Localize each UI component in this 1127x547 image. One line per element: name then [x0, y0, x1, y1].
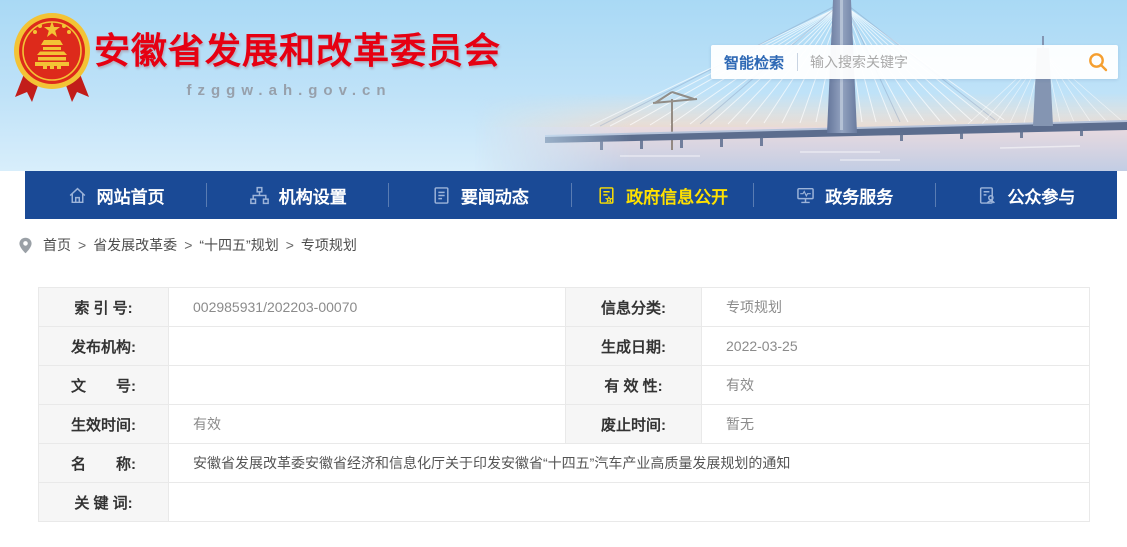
- breadcrumb-item-home[interactable]: 首页: [43, 235, 71, 255]
- creation-date-label: 生成日期:: [566, 327, 702, 366]
- creation-date-value: 2022-03-25: [702, 327, 1090, 366]
- smart-search-label[interactable]: 智能检索: [711, 52, 797, 73]
- keywords-value: [169, 483, 1090, 522]
- document-number-value: [169, 366, 566, 405]
- nav-label: 机构设置: [279, 183, 347, 208]
- table-row: 关 键 词:: [39, 483, 1090, 522]
- main-navigation: 网站首页 机构设置 要闻动态 政府信息公开 政务服务 公众参与: [25, 171, 1117, 219]
- national-emblem-logo: [12, 9, 92, 105]
- site-title: 安徽省发展和改革委员会: [94, 22, 501, 74]
- index-number-value: 002985931/202203-00070: [169, 288, 566, 327]
- info-disclosure-icon: [596, 185, 617, 206]
- title-value: 安徽省发展改革委安徽省经济和信息化厅关于印发安徽省“十四五”汽车产业高质量发展规…: [169, 444, 1090, 483]
- breadcrumb-trail: 首页 > 省发展改革委 > “十四五”规划 > 专项规划: [43, 235, 357, 255]
- table-row: 名 称: 安徽省发展改革委安徽省经济和信息化厅关于印发安徽省“十四五”汽车产业高…: [39, 444, 1090, 483]
- breadcrumb-separator: >: [286, 237, 294, 253]
- issuing-agency-value: [169, 327, 566, 366]
- breadcrumb: 首页 > 省发展改革委 > “十四五”规划 > 专项规划: [0, 219, 1127, 271]
- search-input[interactable]: [798, 54, 1078, 70]
- abolition-time-label: 废止时间:: [566, 405, 702, 444]
- search-icon: [1087, 51, 1109, 73]
- nav-label: 公众参与: [1007, 183, 1075, 208]
- index-number-label: 索 引 号:: [39, 288, 169, 327]
- news-icon: [431, 185, 452, 206]
- document-metadata-table: 索 引 号: 002985931/202203-00070 信息分类: 专项规划…: [38, 287, 1090, 522]
- nav-label: 网站首页: [97, 183, 165, 208]
- site-url: fzggw.ah.gov.cn: [94, 82, 484, 99]
- table-row: 发布机构: 生成日期: 2022-03-25: [39, 327, 1090, 366]
- validity-value: 有效: [702, 366, 1090, 405]
- keywords-label: 关 键 词:: [39, 483, 169, 522]
- nav-item-services[interactable]: 政务服务: [754, 171, 935, 219]
- participation-icon: [977, 185, 998, 206]
- monitor-icon: [795, 185, 816, 206]
- nav-item-public-participation[interactable]: 公众参与: [936, 171, 1117, 219]
- nav-item-organization[interactable]: 机构设置: [207, 171, 388, 219]
- breadcrumb-item-special-plan[interactable]: 专项规划: [301, 235, 357, 255]
- table-row: 生效时间: 有效 废止时间: 暂无: [39, 405, 1090, 444]
- nav-item-news[interactable]: 要闻动态: [389, 171, 570, 219]
- search-button[interactable]: [1078, 45, 1118, 79]
- site-header: 安徽省发展和改革委员会 fzggw.ah.gov.cn 智能检索: [0, 0, 1127, 171]
- info-category-label: 信息分类:: [566, 288, 702, 327]
- nav-item-home[interactable]: 网站首页: [25, 171, 206, 219]
- home-icon: [67, 185, 88, 206]
- validity-label: 有 效 性:: [566, 366, 702, 405]
- title-label: 名 称:: [39, 444, 169, 483]
- abolition-time-value: 暂无: [702, 405, 1090, 444]
- location-pin-icon: [16, 236, 35, 255]
- search-bar: 智能检索: [711, 45, 1118, 79]
- breadcrumb-separator: >: [78, 237, 86, 253]
- nav-label: 政务服务: [825, 183, 893, 208]
- effective-time-label: 生效时间:: [39, 405, 169, 444]
- breadcrumb-item-commission[interactable]: 省发展改革委: [93, 235, 177, 255]
- site-brand: 安徽省发展和改革委员会 fzggw.ah.gov.cn: [94, 22, 501, 99]
- document-number-label: 文 号:: [39, 366, 169, 405]
- nav-label: 要闻动态: [461, 183, 529, 208]
- issuing-agency-label: 发布机构:: [39, 327, 169, 366]
- breadcrumb-item-14th-plan[interactable]: “十四五”规划: [199, 235, 278, 255]
- table-row: 文 号: 有 效 性: 有效: [39, 366, 1090, 405]
- nav-item-info-disclosure[interactable]: 政府信息公开: [572, 171, 753, 219]
- effective-time-value: 有效: [169, 405, 566, 444]
- table-row: 索 引 号: 002985931/202203-00070 信息分类: 专项规划: [39, 288, 1090, 327]
- info-category-value: 专项规划: [702, 288, 1090, 327]
- nav-label: 政府信息公开: [626, 183, 728, 208]
- breadcrumb-separator: >: [184, 237, 192, 253]
- org-chart-icon: [249, 185, 270, 206]
